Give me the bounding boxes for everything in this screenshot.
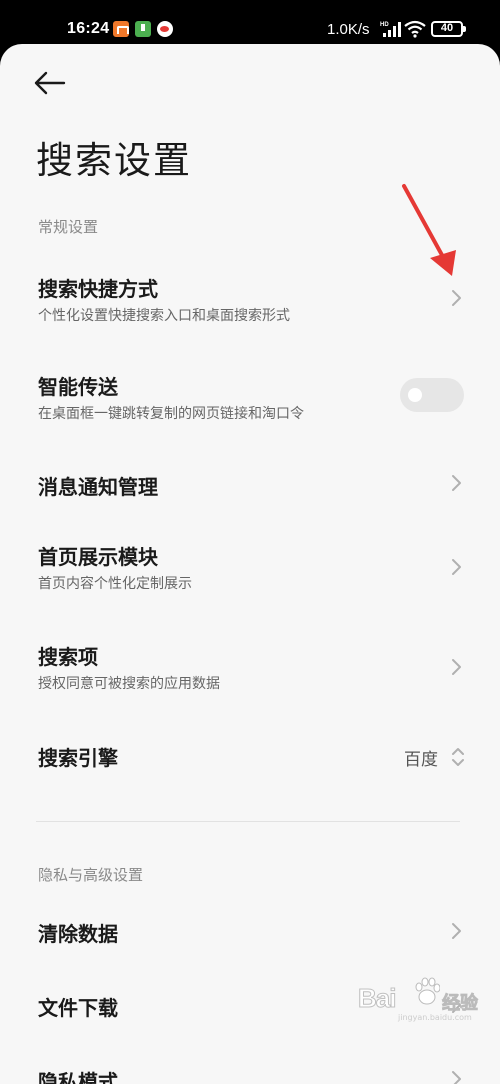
status-time: 16:24	[67, 20, 110, 37]
signal-icon: HD	[380, 22, 401, 37]
svg-text:HD: HD	[380, 22, 389, 28]
section-label-general: 常规设置	[38, 218, 99, 236]
setting-subtitle: 首页内容个性化定制展示	[38, 576, 192, 592]
setting-clear-data[interactable]: 清除数据	[0, 902, 500, 966]
paw-icon	[415, 977, 440, 1005]
chevron-right-icon	[452, 1071, 461, 1084]
setting-search-engine[interactable]: 搜索引擎 百度	[0, 730, 500, 786]
setting-subtitle: 在桌面框一键跳转复制的网页链接和淘口令	[38, 406, 304, 422]
setting-title: 搜索快捷方式	[38, 277, 158, 301]
chevron-right-icon	[452, 559, 461, 575]
weibo-app-icon	[157, 21, 173, 37]
page-title: 搜索设置	[36, 139, 192, 182]
smart-transfer-toggle[interactable]	[400, 378, 464, 412]
wifi-icon	[404, 20, 426, 38]
setting-search-items[interactable]: 搜索项 授权同意可被搜索的应用数据	[0, 630, 500, 706]
setting-title: 清除数据	[38, 922, 118, 946]
settings-page: 搜索设置 常规设置 搜索快捷方式 个性化设置快捷搜索入口和桌面搜索形式 智能传送…	[0, 44, 500, 1084]
setting-title: 搜索项	[38, 645, 98, 669]
setting-title: 搜索引擎	[38, 746, 118, 770]
watermark-text: Bai	[357, 983, 396, 1014]
setting-notification-management[interactable]: 消息通知管理	[0, 458, 500, 522]
baidu-jingyan-watermark: Bai 经验 jingyan.baidu.com	[357, 975, 488, 1022]
watermark-suffix: 经验	[442, 993, 479, 1015]
setting-privacy-mode[interactable]: 隐私模式	[0, 1050, 500, 1084]
chevron-up-down-icon	[452, 748, 464, 766]
setting-subtitle: 授权同意可被搜索的应用数据	[38, 676, 220, 692]
mi-app-icon	[113, 21, 129, 37]
setting-smart-transfer: 智能传送 在桌面框一键跳转复制的网页链接和淘口令	[0, 360, 500, 436]
setting-title: 智能传送	[38, 375, 118, 399]
status-bar: 16:24 1.0K/s HD 40	[0, 0, 500, 46]
setting-title: 隐私模式	[38, 1070, 118, 1084]
chevron-right-icon	[452, 475, 461, 491]
setting-homepage-modules[interactable]: 首页展示模块 首页内容个性化定制展示	[0, 530, 500, 606]
network-speed: 1.0K/s	[327, 21, 370, 38]
download-app-icon	[135, 21, 151, 37]
arrow-left-icon[interactable]	[32, 66, 68, 100]
chevron-right-icon	[452, 290, 461, 306]
setting-title: 消息通知管理	[38, 475, 158, 499]
setting-title: 文件下载	[38, 996, 118, 1020]
setting-search-shortcut[interactable]: 搜索快捷方式 个性化设置快捷搜索入口和桌面搜索形式	[0, 262, 500, 338]
section-label-privacy: 隐私与高级设置	[38, 866, 144, 884]
chevron-right-icon	[452, 659, 461, 675]
setting-title: 首页展示模块	[38, 545, 158, 569]
battery-icon: 40	[431, 21, 466, 37]
toggle-knob	[408, 388, 422, 402]
search-engine-value: 百度	[404, 750, 438, 770]
setting-subtitle: 个性化设置快捷搜索入口和桌面搜索形式	[38, 308, 290, 324]
battery-level: 40	[440, 22, 454, 34]
chevron-right-icon	[452, 923, 461, 939]
watermark-url: jingyan.baidu.com	[398, 1013, 472, 1022]
section-divider	[36, 821, 460, 822]
